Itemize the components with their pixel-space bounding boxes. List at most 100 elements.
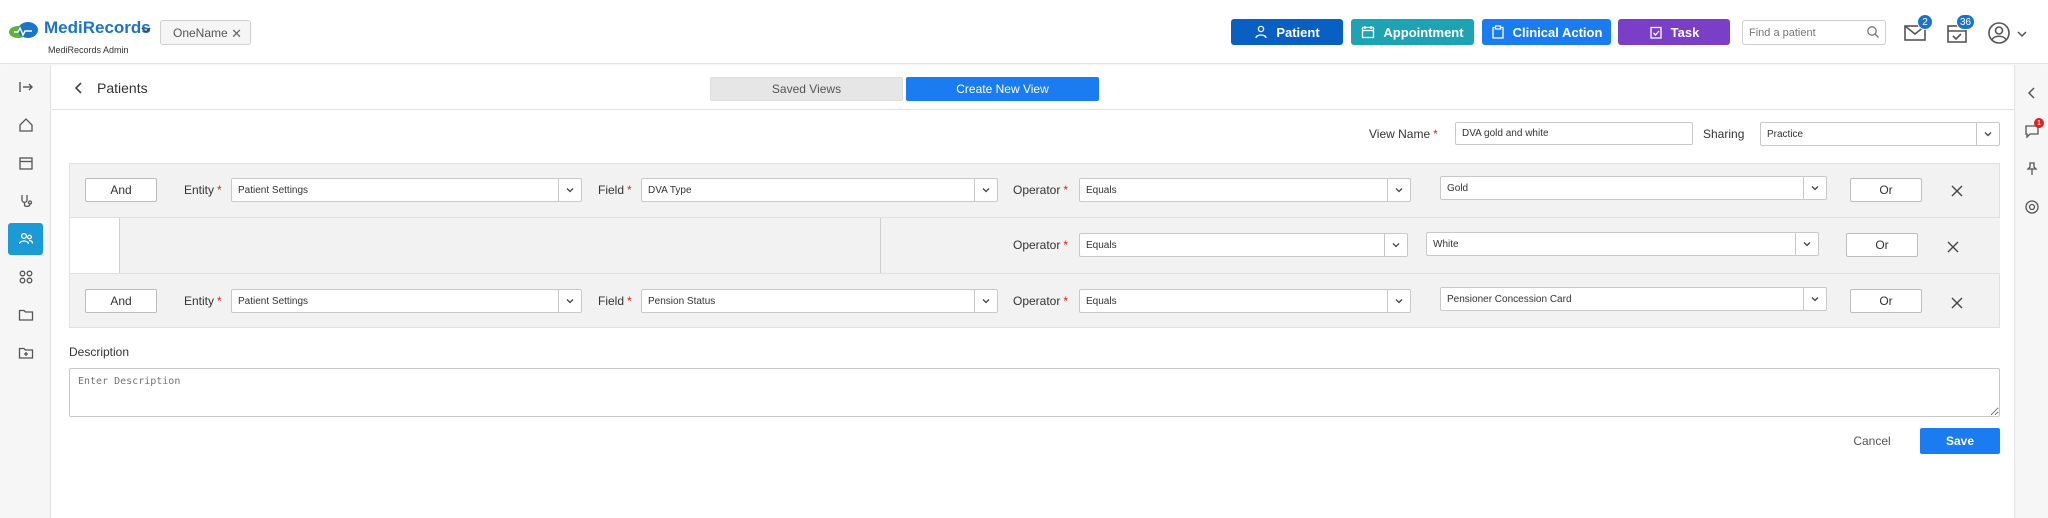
remove-rule-icon[interactable] xyxy=(1950,296,1964,310)
task-button[interactable]: Task xyxy=(1618,19,1730,45)
patients-icon xyxy=(18,232,33,245)
calendar-nav-item[interactable] xyxy=(8,147,43,179)
tab-create-new-view[interactable]: Create New View xyxy=(906,77,1099,101)
chevron-down-icon[interactable] xyxy=(1803,288,1826,310)
patient-button-label: Patient xyxy=(1276,24,1320,40)
remove-rule-icon[interactable] xyxy=(1946,240,1960,254)
apps-nav-item[interactable] xyxy=(8,261,43,293)
description-textarea[interactable] xyxy=(69,368,2000,417)
chevron-down-icon[interactable] xyxy=(974,179,997,201)
clinical-action-button[interactable]: Clinical Action xyxy=(1482,19,1611,45)
chevron-down-icon[interactable] xyxy=(140,24,152,36)
or-button[interactable]: Or xyxy=(1850,289,1922,313)
appointment-button-label: Appointment xyxy=(1383,24,1464,40)
operator-value: Equals xyxy=(1086,296,1117,307)
mail-count-badge: 2 xyxy=(1917,14,1933,30)
value-select[interactable]: White xyxy=(1426,232,1819,256)
chat-count-badge: 1 xyxy=(2034,118,2044,128)
chevron-down-icon[interactable] xyxy=(558,290,581,312)
patients-nav-item[interactable] xyxy=(8,223,43,255)
sharing-value: Practice xyxy=(1767,129,1804,140)
patient-button[interactable]: Patient xyxy=(1231,19,1343,45)
sharing-label: Sharing xyxy=(1703,127,1745,141)
org-chip[interactable]: OneName ✕ xyxy=(160,20,251,45)
folder-add-icon xyxy=(18,347,33,359)
field-select[interactable]: DVA Type xyxy=(641,178,998,202)
operator-value: Equals xyxy=(1086,240,1117,251)
value-value: Pensioner Concession Card xyxy=(1447,294,1572,305)
appointment-button[interactable]: Appointment xyxy=(1351,19,1474,45)
entity-select[interactable]: Patient Settings xyxy=(231,289,582,313)
or-button[interactable]: Or xyxy=(1850,178,1922,202)
tab-saved-views[interactable]: Saved Views xyxy=(710,77,903,101)
stethoscope-icon xyxy=(20,195,32,208)
entity-label: Entity * xyxy=(184,294,222,308)
chevron-left-icon[interactable] xyxy=(2024,85,2040,101)
chevron-down-icon[interactable] xyxy=(1387,179,1410,201)
top-bar: MediRecords MediRecords Admin OneName ✕ … xyxy=(0,0,2048,64)
expand-menu-item[interactable] xyxy=(8,71,43,103)
folder-nav-item[interactable] xyxy=(8,299,43,331)
brand-logo[interactable]: MediRecords MediRecords Admin xyxy=(8,18,151,58)
sharing-select[interactable]: Practice xyxy=(1760,122,2000,146)
org-chip-label: OneName xyxy=(173,25,228,40)
back-arrow-icon[interactable] xyxy=(72,81,86,95)
chevron-down-icon[interactable] xyxy=(1803,177,1826,199)
operator-value: Equals xyxy=(1086,185,1117,196)
task-button-label: Task xyxy=(1670,24,1700,40)
entity-select[interactable]: Patient Settings xyxy=(231,178,582,202)
entity-value: Patient Settings xyxy=(238,296,309,307)
calendar-icon xyxy=(18,157,33,170)
folder-add-nav-item[interactable] xyxy=(8,337,43,369)
chevron-down-icon[interactable] xyxy=(1384,234,1407,256)
and-button[interactable]: And xyxy=(85,178,157,202)
home-icon xyxy=(18,118,33,132)
chevron-down-icon[interactable] xyxy=(1387,290,1410,312)
task-icon xyxy=(1650,26,1662,39)
search-input[interactable] xyxy=(1742,20,1886,45)
chevron-down-icon[interactable] xyxy=(974,290,997,312)
entity-value: Patient Settings xyxy=(238,185,309,196)
or-button[interactable]: Or xyxy=(1846,233,1918,257)
calendar-icon xyxy=(1362,26,1375,39)
field-label: Field * xyxy=(598,183,632,197)
user-avatar-icon[interactable] xyxy=(1986,20,2012,46)
operator-select[interactable]: Equals xyxy=(1079,178,1411,202)
folder-icon xyxy=(18,309,33,321)
expand-icon xyxy=(18,82,33,92)
value-value: White xyxy=(1433,239,1459,250)
chevron-down-icon[interactable] xyxy=(1795,233,1818,255)
value-value: Gold xyxy=(1447,183,1469,194)
value-select[interactable]: Pensioner Concession Card xyxy=(1440,287,1827,311)
search-icon[interactable] xyxy=(1866,25,1880,39)
operator-select[interactable]: Equals xyxy=(1079,289,1411,313)
brand-name: MediRecords xyxy=(44,18,151,37)
clinical-nav-item[interactable] xyxy=(8,185,43,217)
remove-rule-icon[interactable] xyxy=(1950,184,1964,198)
and-button[interactable]: And xyxy=(85,289,157,313)
entity-label: Entity * xyxy=(184,183,222,197)
clinical-action-button-label: Clinical Action xyxy=(1512,24,1603,40)
description-label: Description xyxy=(69,345,130,359)
pin-icon[interactable] xyxy=(2024,161,2040,177)
chevron-down-icon[interactable] xyxy=(1976,123,1999,145)
view-name-input[interactable]: DVA gold and white xyxy=(1455,122,1693,145)
value-select[interactable]: Gold xyxy=(1440,176,1827,200)
field-value: DVA Type xyxy=(648,185,692,196)
field-label: Field * xyxy=(598,294,632,308)
field-select[interactable]: Pension Status xyxy=(641,289,998,313)
task-count-badge: 36 xyxy=(1956,14,1976,30)
page-title: Patients xyxy=(97,80,148,96)
operator-label: Operator * xyxy=(1013,183,1069,197)
home-nav-item[interactable] xyxy=(8,109,43,141)
chevron-down-icon[interactable] xyxy=(2016,28,2028,40)
cloud-logo-icon xyxy=(9,22,38,38)
at-icon[interactable] xyxy=(2024,199,2040,215)
chevron-down-icon[interactable] xyxy=(558,179,581,201)
or-rule-connector xyxy=(119,218,881,273)
cancel-button[interactable]: Cancel xyxy=(1832,428,1912,453)
operator-select[interactable]: Equals xyxy=(1079,233,1408,257)
left-nav-rail xyxy=(0,65,51,518)
close-icon[interactable]: ✕ xyxy=(231,26,242,42)
save-button[interactable]: Save xyxy=(1920,428,2000,454)
